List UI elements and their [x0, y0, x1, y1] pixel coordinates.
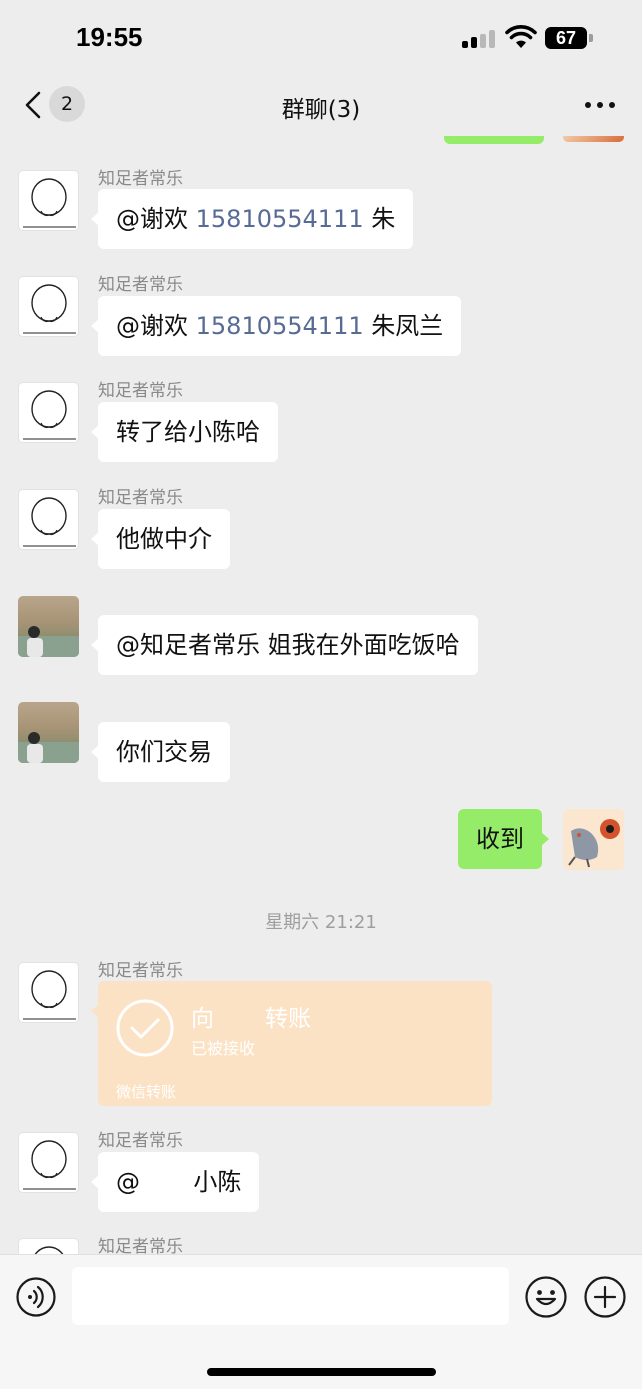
sender-name: 知足者常乐 — [98, 488, 183, 508]
home-indicator — [207, 1368, 436, 1376]
chat-message-list[interactable]: 知足者常乐 @谢欢 15810554111 朱 知足者常乐 @谢欢 158105… — [0, 136, 642, 1254]
battery-tip — [589, 34, 593, 42]
transfer-footer: 微信转账 — [116, 1083, 177, 1101]
page-title: 群聊(3) — [281, 97, 361, 123]
self-avatar[interactable] — [563, 136, 624, 142]
message-bubble[interactable]: 你们交易 — [91, 722, 230, 782]
check-circle-icon — [116, 999, 174, 1057]
status-time: 19:55 — [76, 22, 143, 52]
sender-avatar[interactable] — [18, 276, 79, 337]
sender-avatar[interactable] — [18, 596, 79, 657]
time-separator: 星期六 21:21 — [265, 912, 377, 933]
voice-icon[interactable] — [16, 1277, 56, 1317]
sender-name: 知足者常乐 — [98, 381, 183, 401]
message-bubble[interactable]: @谢欢 15810554111 朱 — [90, 189, 414, 249]
sender-avatar[interactable] — [18, 702, 79, 763]
status-bar: 19:55 67 — [0, 0, 642, 76]
sender-avatar[interactable] — [18, 489, 79, 550]
message-input[interactable] — [72, 1267, 509, 1325]
sender-name: 知足者常乐 — [98, 1237, 183, 1254]
phone-link[interactable]: 15810554111 — [196, 312, 364, 340]
message-text: 朱凤兰 — [363, 312, 444, 340]
sender-avatar[interactable] — [18, 382, 79, 443]
sender-avatar[interactable] — [18, 170, 79, 231]
sender-name: 知足者常乐 — [98, 961, 183, 981]
message-text: @谢欢 — [116, 205, 196, 233]
message-text: @谢欢 — [116, 312, 196, 340]
transfer-card[interactable]: 向 转账 已被接收 微信转账 — [91, 981, 492, 1106]
sender-avatar[interactable] — [18, 1238, 79, 1254]
battery-icon: 67 — [545, 27, 587, 49]
transfer-status: 已被接收 — [191, 1039, 256, 1058]
message-bubble[interactable]: @知足者常乐 姐我在外面吃饭哈 — [91, 615, 478, 675]
cellular-signal-icon — [462, 30, 495, 48]
wifi-icon — [505, 25, 537, 48]
previous-message-bubble[interactable] — [444, 136, 544, 144]
message-bubble[interactable]: 他做中介 — [91, 509, 230, 569]
nav-bar: 2 群聊(3) — [0, 76, 642, 136]
emoji-icon[interactable] — [525, 1276, 567, 1318]
message-bubble[interactable]: @谢欢 15810554111 朱凤兰 — [90, 296, 462, 356]
plus-icon[interactable] — [584, 1276, 626, 1318]
message-bubble[interactable]: 转了给小陈哈 — [91, 402, 278, 462]
self-avatar[interactable] — [563, 809, 624, 870]
sender-avatar[interactable] — [18, 962, 79, 1023]
phone-link[interactable]: 15810554111 — [196, 205, 364, 233]
message-text: 朱 — [363, 205, 396, 233]
self-message-bubble[interactable]: 收到 — [458, 809, 549, 869]
sender-name: 知足者常乐 — [98, 169, 183, 189]
transfer-title: 向 转账 — [191, 1006, 312, 1032]
more-icon[interactable] — [584, 101, 616, 109]
sender-name: 知足者常乐 — [98, 275, 183, 295]
sender-avatar[interactable] — [18, 1132, 79, 1193]
message-bubble[interactable]: @ 小陈 — [90, 1152, 260, 1212]
sender-name: 知足者常乐 — [98, 1131, 183, 1151]
